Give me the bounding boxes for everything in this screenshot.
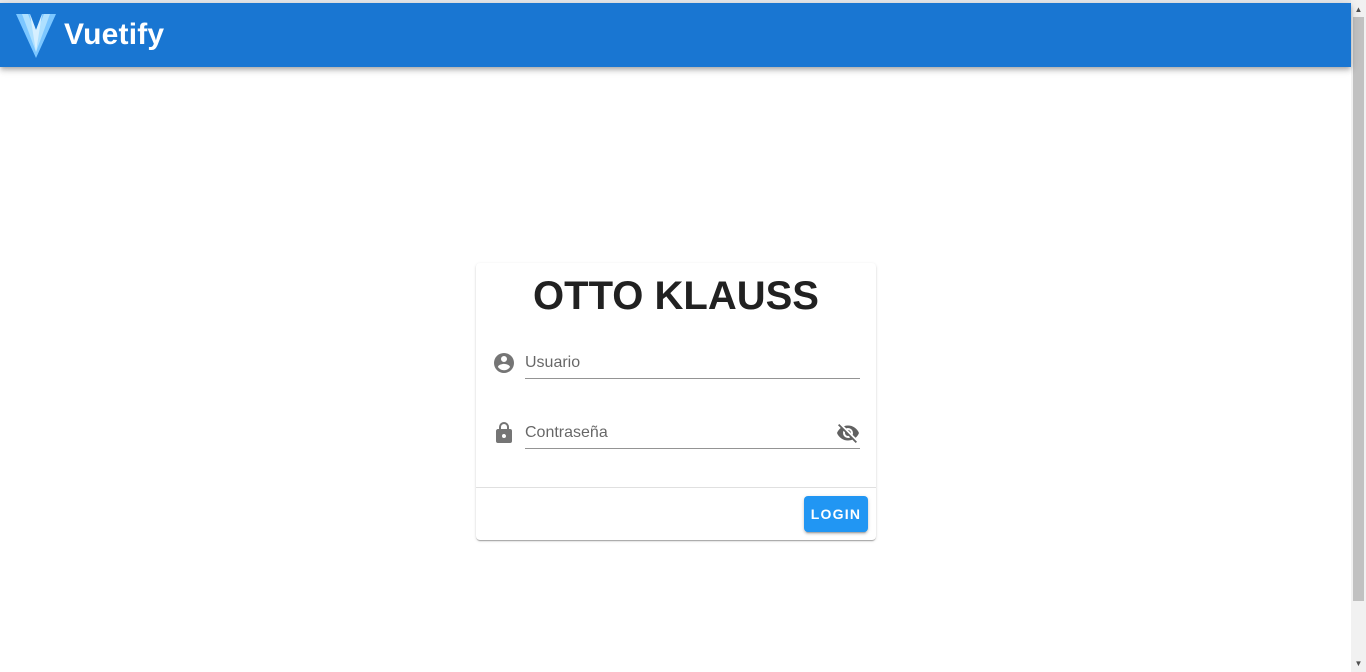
brand[interactable]: Vuetify — [16, 12, 164, 58]
app-bar: Vuetify — [0, 3, 1351, 67]
scroll-down-arrow-icon[interactable]: ▼ — [1351, 656, 1366, 670]
card-divider — [476, 487, 876, 488]
username-input[interactable] — [525, 347, 860, 379]
vertical-scrollbar[interactable]: ▲ ▼ — [1351, 0, 1366, 672]
page: Vuetify ▲ ▼ OTTO KLAUSS LOGIN — [0, 0, 1366, 672]
login-card: OTTO KLAUSS LOGIN — [476, 263, 876, 540]
scroll-up-arrow-icon[interactable]: ▲ — [1351, 2, 1366, 16]
vuetify-logo-icon — [16, 14, 56, 58]
login-button[interactable]: LOGIN — [804, 496, 868, 532]
account-circle-icon — [494, 353, 514, 373]
username-field — [492, 347, 860, 387]
eye-off-icon[interactable] — [836, 421, 860, 445]
password-input[interactable] — [525, 417, 860, 449]
lock-icon — [496, 422, 512, 443]
login-title: OTTO KLAUSS — [533, 274, 819, 318]
scrollbar-thumb[interactable] — [1353, 17, 1364, 601]
brand-name: Vuetify — [64, 18, 165, 51]
password-field — [492, 417, 860, 457]
